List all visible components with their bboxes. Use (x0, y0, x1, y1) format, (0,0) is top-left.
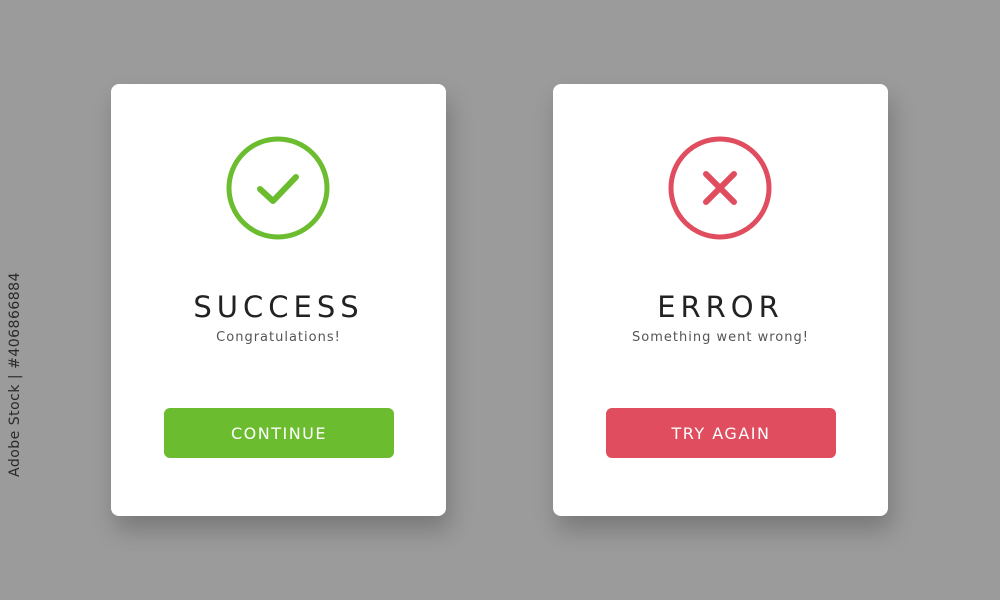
error-subtitle: Something went wrong! (632, 330, 809, 345)
stock-id-label: Adobe Stock | #406866884 (7, 272, 23, 477)
try-again-button[interactable]: TRY AGAIN (606, 408, 836, 458)
continue-button[interactable]: CONTINUE (164, 408, 394, 458)
stock-watermark: Adobe Stock | #406866884 (4, 272, 28, 600)
error-title: ERROR (657, 290, 784, 324)
check-circle-icon (225, 135, 331, 241)
error-dialog-card: ERROR Something went wrong! TRY AGAIN (553, 84, 888, 516)
success-subtitle: Congratulations! (216, 330, 341, 345)
x-circle-icon (667, 135, 773, 241)
success-title: SUCCESS (193, 290, 364, 324)
success-dialog-card: SUCCESS Congratulations! CONTINUE (111, 84, 446, 516)
